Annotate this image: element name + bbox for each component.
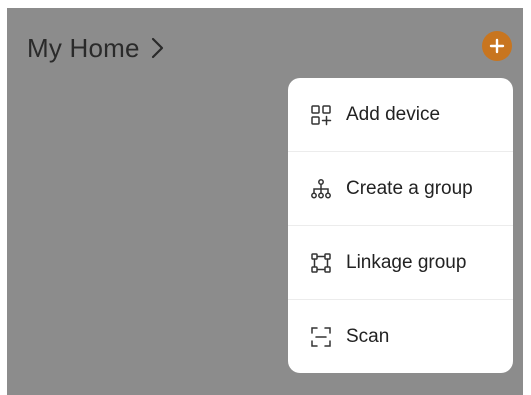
add-device-icon <box>310 104 332 126</box>
plus-icon <box>489 38 505 54</box>
chevron-right-icon <box>150 37 164 59</box>
menu-item-label: Add device <box>346 103 441 125</box>
home-title: My Home <box>27 32 140 63</box>
linkage-icon <box>310 252 332 274</box>
menu-item-create-group[interactable]: Create a group <box>288 152 513 225</box>
scan-icon <box>310 326 332 348</box>
menu-item-label: Scan <box>346 325 390 347</box>
menu-item-add-device[interactable]: Add device <box>288 78 513 151</box>
home-selector[interactable]: My Home <box>27 28 164 68</box>
add-button[interactable] <box>482 31 512 61</box>
hierarchy-icon <box>310 178 332 200</box>
menu-item-scan[interactable]: Scan <box>288 300 513 373</box>
menu-item-label: Linkage group <box>346 251 467 273</box>
menu-item-linkage-group[interactable]: Linkage group <box>288 226 513 299</box>
menu-item-label: Create a group <box>346 177 473 199</box>
app-screen: My Home Add device Create a group Linkag… <box>0 0 531 395</box>
add-menu-popup: Add device Create a group Linkage group … <box>288 78 513 373</box>
